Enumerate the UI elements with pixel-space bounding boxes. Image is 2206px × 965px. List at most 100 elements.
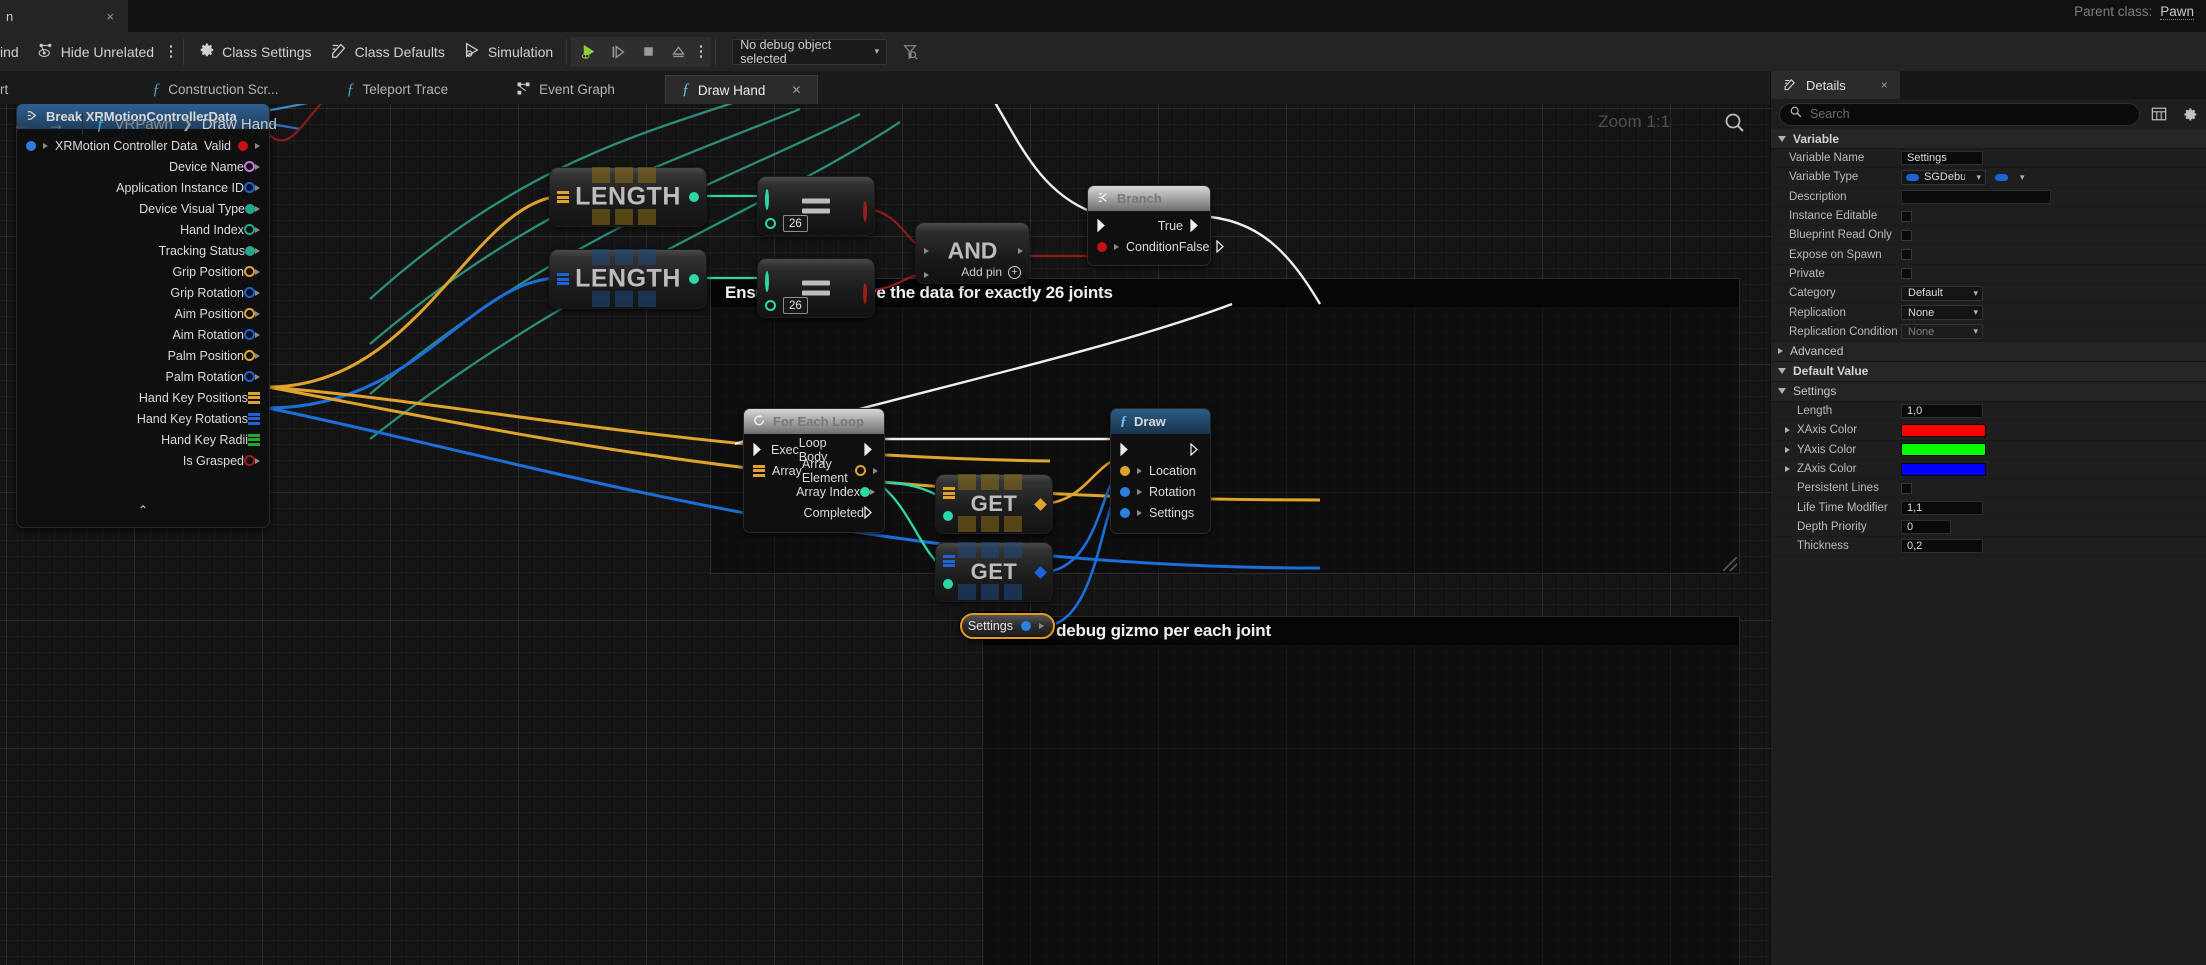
blueprint-graph-canvas[interactable]: ← → ƒ VRPawn ❯ Draw Hand Zoom 1:1 Ensure… — [0, 104, 1770, 965]
pin-equals-a-out[interactable] — [863, 203, 867, 221]
eject-icon[interactable] — [663, 37, 693, 67]
node-header[interactable]: Branch — [1088, 186, 1210, 211]
pin-row-is-grasped[interactable]: Is Grasped — [17, 450, 269, 471]
pin-row-hand-key-rotations[interactable]: Hand Key Rotations — [17, 408, 269, 429]
node-equals-b[interactable]: 26 — [757, 258, 875, 318]
section-settings[interactable]: Settings — [1771, 382, 2206, 402]
thickness-field[interactable]: 0,2 — [1901, 539, 1983, 553]
play-options-kebab-icon[interactable] — [693, 45, 709, 58]
pin-is-grasped[interactable] — [244, 455, 255, 466]
prop-thickness[interactable]: Thickness 0,2 — [1771, 537, 2206, 556]
tab-construction-script[interactable]: ƒ Construction Scr... — [136, 75, 294, 104]
persistent-lines-checkbox[interactable] — [1901, 483, 1912, 494]
grid-view-icon[interactable] — [2148, 103, 2170, 125]
class-defaults-button[interactable]: Class Defaults — [321, 37, 454, 67]
pin-length-out[interactable] — [689, 192, 699, 202]
length-field[interactable]: 1,0 — [1901, 404, 1983, 418]
blueprint-read-only-checkbox[interactable] — [1901, 230, 1912, 241]
pin-and-in1[interactable] — [922, 241, 929, 259]
node-collapse-chevron-icon[interactable]: ⌃ — [17, 499, 269, 517]
pin-array-element[interactable] — [855, 465, 866, 476]
pin-equals-a-in2-row[interactable]: 26 — [765, 215, 808, 232]
pin-exec-in[interactable] — [1120, 443, 1131, 456]
pin-exec-in[interactable] — [753, 443, 764, 456]
pin-hand-key-positions[interactable] — [248, 392, 260, 404]
pin-and-in2[interactable] — [922, 265, 929, 283]
stop-icon[interactable] — [633, 37, 663, 67]
tab-draw-hand[interactable]: ƒ Draw Hand ✕ — [665, 75, 819, 104]
prop-variable-name[interactable]: Variable Name Settings — [1771, 149, 2206, 168]
chevron-right-icon[interactable] — [1785, 427, 1790, 433]
debug-object-select[interactable]: No debug object selected ▾ — [732, 39, 887, 65]
pin-equals-b-in2[interactable] — [765, 300, 776, 311]
xaxis-color-swatch[interactable] — [1901, 424, 1986, 437]
debug-filter-icon[interactable] — [895, 37, 925, 67]
pin-index[interactable] — [943, 579, 953, 589]
section-variable[interactable]: Variable — [1771, 129, 2206, 149]
prop-description[interactable]: Description — [1771, 188, 2206, 207]
breadcrumb-root[interactable]: VRPawn — [115, 116, 173, 133]
depth-priority-field[interactable]: 0 — [1901, 520, 1951, 534]
hide-unrelated-button[interactable]: Hide Unrelated — [28, 37, 163, 67]
node-equals-a[interactable]: 26 — [757, 176, 875, 236]
pin-exec-in[interactable] — [1097, 219, 1108, 232]
zaxis-color-swatch[interactable] — [1901, 463, 1986, 476]
pin-array-in[interactable] — [557, 273, 569, 285]
equals-a-value-field[interactable]: 26 — [783, 215, 808, 232]
details-search-box[interactable] — [1779, 103, 2140, 126]
pin-hand-key-radii[interactable] — [248, 434, 260, 446]
node-for-each-loop[interactable]: For Each Loop Exec Loop Body — [743, 408, 885, 533]
container-type-chevron-down-icon[interactable]: ▾ — [2020, 172, 2025, 183]
window-tab[interactable]: n × — [0, 0, 128, 32]
prop-persistent-lines[interactable]: Persistent Lines — [1771, 479, 2206, 498]
pin-row-aim-rotation[interactable]: Aim Rotation — [17, 324, 269, 345]
node-get-rotation[interactable]: GET — [935, 542, 1053, 602]
nav-forward-button[interactable]: → — [43, 114, 69, 135]
life-time-modifier-field[interactable]: 1,1 — [1901, 501, 1983, 515]
pin-exec-loop-body[interactable] — [864, 443, 875, 456]
tab-teleport-trace[interactable]: ƒ Teleport Trace — [331, 75, 465, 104]
simulation-button[interactable]: Simulation — [454, 37, 562, 67]
graph-search-icon[interactable] — [1722, 110, 1748, 136]
pin-condition[interactable] — [1097, 242, 1107, 252]
node-variable-settings[interactable]: Settings — [960, 613, 1055, 639]
pin-row-device-name[interactable]: Device Name — [17, 156, 269, 177]
step-forward-icon[interactable] — [603, 37, 633, 67]
pin-equals-a-in1[interactable] — [765, 191, 769, 209]
pin-element-out[interactable] — [1034, 498, 1047, 511]
pin-exec-completed[interactable] — [864, 506, 875, 519]
details-tab-close-icon[interactable]: × — [1881, 78, 1888, 92]
node-draw[interactable]: ƒ Draw Location — [1110, 408, 1211, 534]
prop-replication-condition[interactable]: Replication Condition None ▾ — [1771, 323, 2206, 342]
pin-row-exec[interactable] — [1111, 439, 1210, 460]
pin-grip-position[interactable] — [244, 266, 255, 277]
nav-back-button[interactable]: ← — [8, 114, 34, 135]
breadcrumb-current[interactable]: Draw Hand — [202, 116, 277, 133]
pin-palm-position[interactable] — [244, 350, 255, 361]
comment-title-bar[interactable]: Draw a debug gizmo per each joint — [983, 617, 1739, 645]
pin-length-out[interactable] — [689, 274, 699, 284]
pin-device-name[interactable] — [244, 161, 255, 172]
pin-row-tracking-status[interactable]: Tracking Status — [17, 240, 269, 261]
prop-xaxis-color[interactable]: XAxis Color — [1771, 421, 2206, 440]
search-input[interactable] — [1810, 107, 2129, 121]
node-get-position[interactable]: GET — [935, 474, 1053, 534]
find-button[interactable]: ind — [0, 37, 28, 67]
pin-settings-out[interactable] — [1021, 621, 1031, 631]
prop-life-time-modifier[interactable]: Life Time Modifier 1,1 — [1771, 498, 2206, 517]
pin-grip-rotation[interactable] — [244, 287, 255, 298]
pin-row-grip-position[interactable]: Grip Position — [17, 261, 269, 282]
pin-array-in[interactable] — [557, 191, 569, 203]
pin-row-hand-key-radii[interactable]: Hand Key Radii — [17, 429, 269, 450]
node-header[interactable]: ƒ Draw — [1111, 409, 1210, 434]
expose-on-spawn-checkbox[interactable] — [1901, 249, 1912, 260]
prop-category[interactable]: Category Default ▾ — [1771, 284, 2206, 303]
node-and[interactable]: AND Add pin + — [915, 222, 1030, 284]
prop-blueprint-read-only[interactable]: Blueprint Read Only — [1771, 226, 2206, 245]
node-branch[interactable]: Branch True — [1087, 185, 1211, 266]
variable-name-field[interactable]: Settings — [1901, 151, 1983, 165]
pin-equals-b-out[interactable] — [863, 285, 867, 303]
equals-b-value-field[interactable]: 26 — [783, 297, 808, 314]
pin-exec-true[interactable] — [1190, 219, 1201, 232]
comment-resize-handle[interactable] — [1723, 557, 1737, 571]
